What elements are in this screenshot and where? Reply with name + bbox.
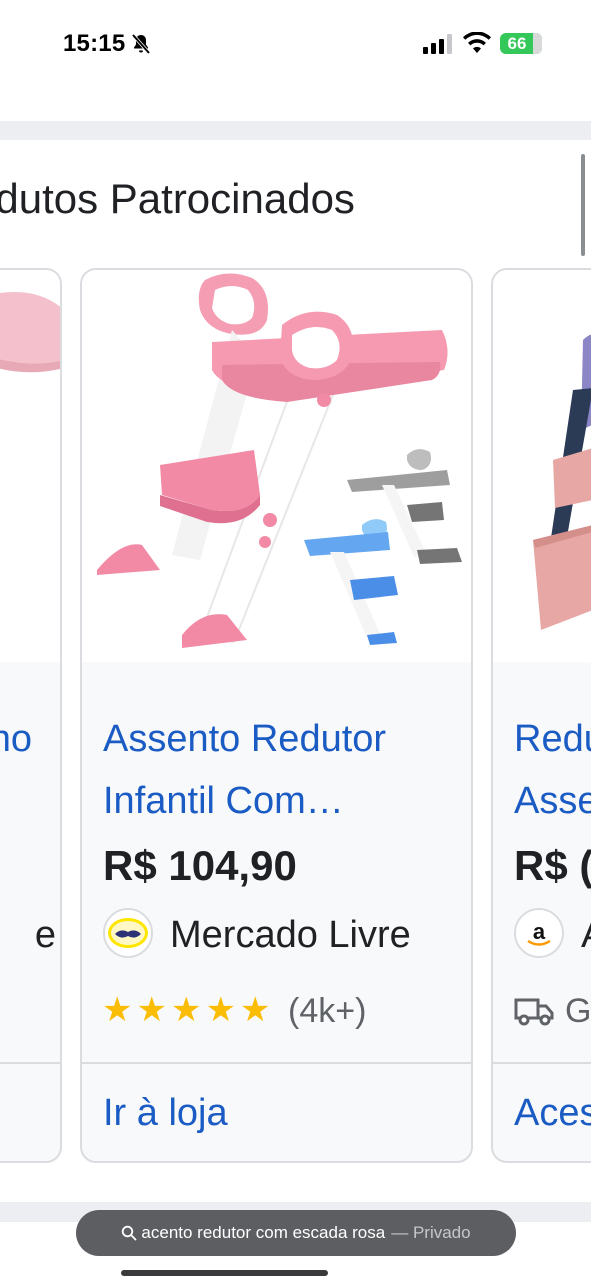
pink-potty-image [0,292,60,373]
cellular-signal-icon [423,34,452,54]
product-card[interactable]: Assento Redutor Infantil Com… R$ 104,90 … [80,268,473,1163]
product-card[interactable]: no e [0,268,62,1163]
truck-icon [514,998,554,1026]
wifi-icon [463,32,491,53]
mercado-livre-logo-icon [103,908,153,958]
card-divider [0,1062,60,1064]
vertical-scrollbar[interactable] [581,154,585,256]
card-divider [82,1062,471,1064]
rating-stars: ★ ★ ★ ★ ★ [102,990,270,1030]
toilet-step-stool-image [97,273,462,648]
seller-name: e [34,914,56,956]
star-icon: ★ [102,991,133,1029]
product-title[interactable]: Redu Asse [514,708,591,832]
section-separator-top [0,121,591,140]
svg-text:a: a [533,919,546,944]
search-query-text: acento redutor com escada rosa [141,1223,386,1242]
address-bar-pill[interactable]: acento redutor com escada rosa — Privado [76,1210,516,1256]
section-title: odutos Patrocinados [0,175,355,222]
star-icon: ★ [136,991,167,1029]
product-card[interactable]: Redu Asse R$ ( a A G Aces [491,268,591,1163]
bell-muted-icon [131,33,151,55]
status-bar: 15:15 66 [0,0,591,90]
seller-name: A [581,914,591,957]
step-stool-image [533,334,591,630]
product-title[interactable]: Assento Redutor Infantil Com… [103,708,443,832]
product-price: R$ 104,90 [103,842,297,889]
sponsored-products-section: odutos Patrocinados no e [0,140,591,1202]
star-icon: ★ [239,991,271,1029]
product-price: R$ ( [514,842,591,889]
search-icon [122,1225,137,1241]
review-count: (4k+) [288,992,367,1030]
star-icon: ★ [205,991,236,1029]
product-image[interactable] [0,270,60,662]
card-divider [493,1062,591,1064]
battery-remaining [533,33,542,54]
status-time: 15:15 [63,30,126,57]
product-title[interactable]: no [0,708,32,770]
product-image[interactable] [493,270,591,662]
shipping-info: G [565,992,591,1030]
battery-indicator: 66 [500,33,542,54]
seller-name: Mercado Livre [170,914,411,956]
battery-level: 66 [507,34,527,53]
home-indicator[interactable] [121,1270,328,1276]
star-icon: ★ [170,991,202,1029]
product-image[interactable] [82,270,471,662]
amazon-logo-icon: a [514,908,564,958]
go-to-store-link[interactable]: Aces [514,1092,591,1135]
private-mode-label: — Privado [391,1223,471,1242]
go-to-store-link[interactable]: Ir à loja [103,1092,228,1135]
